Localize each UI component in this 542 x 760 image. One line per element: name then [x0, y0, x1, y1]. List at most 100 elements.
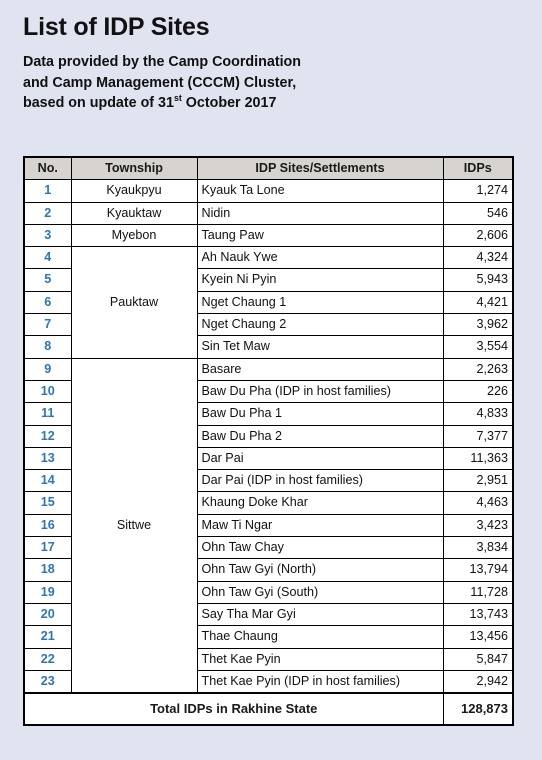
site-name-cell: Khaung Doke Khar — [196, 491, 444, 515]
site-name-cell: Nidin — [196, 201, 444, 225]
township-cell: Pauktaw — [70, 246, 198, 359]
row-number: 16 — [23, 513, 72, 538]
idps-count-cell: 2,606 — [442, 223, 514, 248]
site-name-cell: Dar Pai — [196, 446, 444, 471]
row-number: 20 — [23, 602, 72, 627]
row-number: 5 — [23, 268, 72, 292]
column-header-township: Township — [70, 156, 198, 181]
idps-count-cell: 3,423 — [442, 513, 514, 538]
site-name-cell: Ohn Taw Chay — [196, 536, 444, 560]
site-name-cell: Ah Nauk Ywe — [196, 246, 444, 270]
row-number: 17 — [23, 536, 72, 560]
idp-sites-page: List of IDP Sites Data provided by the C… — [0, 0, 542, 760]
row-number: 14 — [23, 469, 72, 493]
idps-count-cell: 1,274 — [442, 179, 514, 203]
site-name-cell: Nget Chaung 2 — [196, 313, 444, 337]
row-number: 7 — [23, 313, 72, 337]
site-name-cell: Baw Du Pha 1 — [196, 402, 444, 426]
table-row: 4 Pauktaw Ah Nauk Ywe 4,324 — [23, 246, 514, 359]
row-number: 1 — [23, 179, 72, 203]
township-cell: Kyaukpyu — [70, 179, 198, 203]
site-name-cell: Baw Du Pha (IDP in host families) — [196, 379, 444, 404]
table-header-row: No. Township IDP Sites/Settlements IDPs — [23, 156, 514, 181]
idps-count-cell: 13,743 — [442, 602, 514, 627]
row-number: 8 — [23, 335, 72, 359]
idp-table-container: No. Township IDP Sites/Settlements IDPs … — [23, 156, 514, 727]
site-name-cell: Taung Paw — [196, 223, 444, 248]
ordinal-suffix: st — [173, 93, 182, 104]
row-number: 2 — [23, 201, 72, 225]
row-number: 19 — [23, 580, 72, 604]
idps-count-cell: 4,833 — [442, 402, 514, 426]
table-row: 9 Sittwe Basare 2,263 — [23, 357, 514, 694]
idps-count-cell: 7,377 — [442, 424, 514, 448]
idps-count-cell: 13,456 — [442, 625, 514, 649]
site-name-cell: Thet Kae Pyin (IDP in host families) — [196, 669, 444, 694]
township-cell: Sittwe — [70, 357, 198, 694]
row-number: 23 — [23, 669, 72, 694]
idps-count-cell: 546 — [442, 201, 514, 225]
idps-count-cell: 3,962 — [442, 313, 514, 337]
row-number: 6 — [23, 290, 72, 315]
table-row: 3 Myebon Taung Paw 2,606 — [23, 223, 514, 248]
idps-count-cell: 2,263 — [442, 357, 514, 381]
idps-count-cell: 11,363 — [442, 446, 514, 471]
row-number: 18 — [23, 558, 72, 582]
site-name-cell: Sin Tet Maw — [196, 335, 444, 359]
idps-count-cell: 13,794 — [442, 558, 514, 582]
site-name-cell: Ohn Taw Gyi (North) — [196, 558, 444, 582]
subtitle-line-3: based on update of 31st October 2017 — [23, 93, 443, 114]
idps-count-cell: 226 — [442, 379, 514, 404]
row-number: 4 — [23, 246, 72, 270]
subtitle-line-1: Data provided by the Camp Coordination — [23, 54, 302, 70]
site-name-cell: Basare — [196, 357, 444, 381]
table-footer: Total IDPs in Rakhine State 128,873 — [23, 692, 514, 726]
table-row: 1 Kyaukpyu Kyauk Ta Lone 1,274 — [23, 179, 514, 203]
table-row: 2 Kyauktaw Nidin 546 — [23, 201, 514, 225]
subtitle-line-3-pre: based on update of 31 — [23, 95, 174, 111]
row-number: 9 — [23, 357, 72, 381]
site-name-cell: Thae Chaung — [196, 625, 444, 649]
idps-count-cell: 4,324 — [442, 246, 514, 270]
idps-count-cell: 4,421 — [442, 290, 514, 315]
column-header-no: No. — [23, 156, 72, 181]
subtitle: Data provided by the Camp Coordination a… — [23, 52, 443, 114]
site-name-cell: Nget Chaung 1 — [196, 290, 444, 315]
idps-count-cell: 3,834 — [442, 536, 514, 560]
idp-sites-table: No. Township IDP Sites/Settlements IDPs … — [23, 156, 514, 727]
site-name-cell: Thet Kae Pyin — [196, 647, 444, 671]
row-number: 21 — [23, 625, 72, 649]
column-header-idps: IDPs — [442, 156, 514, 181]
township-cell: Kyauktaw — [70, 201, 198, 225]
idps-count-cell: 11,728 — [442, 580, 514, 604]
site-name-cell: Kyauk Ta Lone — [196, 179, 444, 203]
idps-count-cell: 5,847 — [442, 647, 514, 671]
page-title: List of IDP Sites — [23, 13, 210, 41]
total-row: Total IDPs in Rakhine State 128,873 — [23, 692, 514, 726]
idps-count-cell: 2,942 — [442, 669, 514, 694]
total-label: Total IDPs in Rakhine State — [23, 692, 444, 726]
total-value: 128,873 — [442, 692, 514, 726]
table-body: 1 Kyaukpyu Kyauk Ta Lone 1,274 2 Kyauktaw Nidi… — [23, 179, 514, 694]
township-cell: Myebon — [70, 223, 198, 248]
idps-count-cell: 2,951 — [442, 469, 514, 493]
row-number: 12 — [23, 424, 72, 448]
column-header-sites: IDP Sites/Settlements — [196, 156, 444, 181]
site-name-cell: Baw Du Pha 2 — [196, 424, 444, 448]
row-number: 15 — [23, 491, 72, 515]
row-number: 11 — [23, 402, 72, 426]
row-number: 13 — [23, 446, 72, 471]
header-block: List of IDP Sites Data provided by the C… — [23, 12, 518, 114]
site-name-cell: Say Tha Mar Gyi — [196, 602, 444, 627]
site-name-cell: Ohn Taw Gyi (South) — [196, 580, 444, 604]
table-header: No. Township IDP Sites/Settlements IDPs — [23, 156, 514, 181]
row-number: 10 — [23, 379, 72, 404]
subtitle-line-3-post: October 2017 — [181, 95, 277, 111]
idps-count-cell: 5,943 — [442, 268, 514, 292]
site-name-cell: Kyein Ni Pyin — [196, 268, 444, 292]
subtitle-line-2: and Camp Management (CCCM) Cluster, — [23, 74, 297, 91]
row-number: 22 — [23, 647, 72, 671]
row-number: 3 — [23, 223, 72, 248]
idps-count-cell: 4,463 — [442, 491, 514, 515]
idps-count-cell: 3,554 — [442, 335, 514, 359]
